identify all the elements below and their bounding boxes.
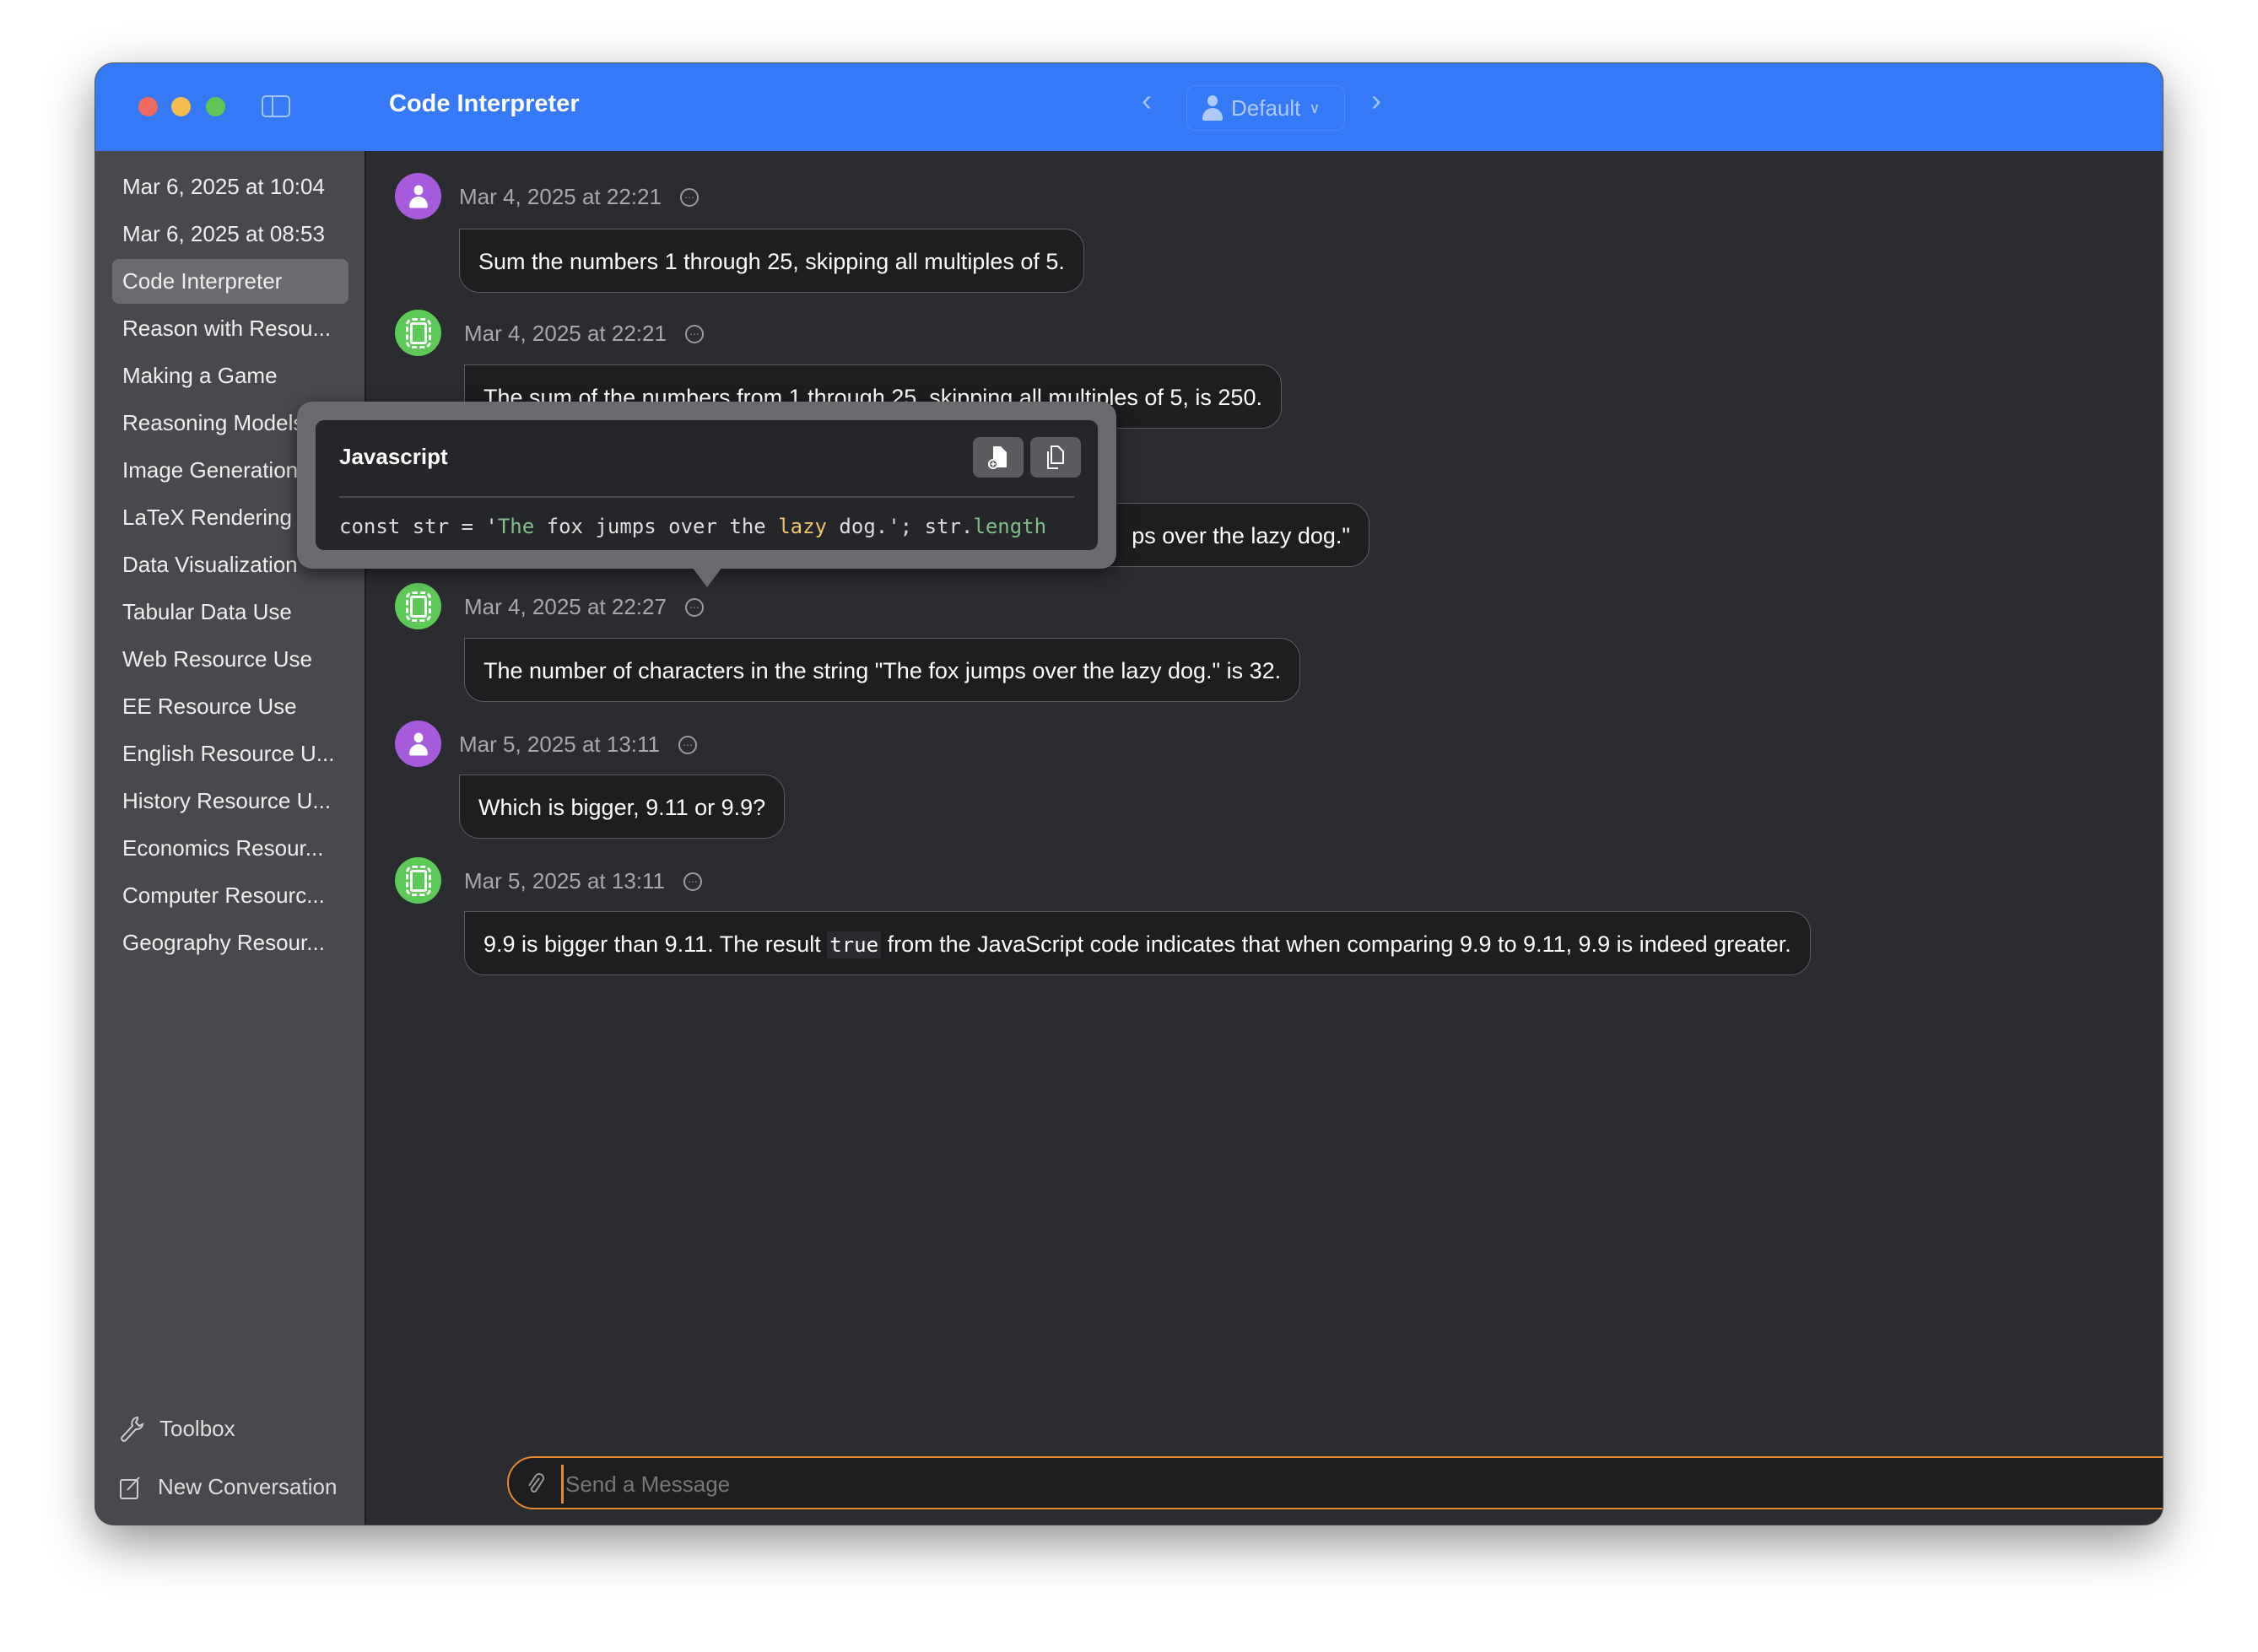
more-options-icon[interactable]: ⋯	[678, 735, 698, 754]
sidebar-item[interactable]: EE Resource Use	[112, 684, 348, 729]
person-icon	[408, 185, 428, 208]
assistant-avatar	[395, 583, 441, 629]
new-conversation-label: New Conversation	[158, 1474, 338, 1499]
message-timestamp: Mar 4, 2025 at 22:21 ⋯	[459, 184, 699, 210]
assistant-avatar	[395, 310, 441, 356]
sidebar-toggle-icon[interactable]	[262, 95, 290, 117]
sidebar-item[interactable]: Geography Resour...	[112, 920, 348, 965]
toolbox-button[interactable]: Toolbox	[119, 1415, 235, 1442]
assistant-avatar	[395, 857, 441, 904]
user-avatar	[395, 721, 441, 767]
paperclip-icon[interactable]	[526, 1471, 546, 1497]
message-timestamp: Mar 5, 2025 at 13:11 ⋯	[464, 868, 703, 894]
message-input[interactable]	[561, 1465, 2136, 1504]
code-token: const str = '	[339, 515, 498, 538]
new-conversation-button[interactable]: New Conversation	[119, 1474, 337, 1500]
profile-label: Default	[1231, 94, 1301, 121]
code-token: lazy	[778, 515, 827, 538]
chevron-right-icon[interactable]: ›	[1371, 85, 1381, 116]
message-timestamp: Mar 4, 2025 at 22:27 ⋯	[464, 594, 704, 620]
message-timestamp: Mar 4, 2025 at 22:21 ⋯	[464, 321, 704, 347]
code-divider	[339, 496, 1074, 498]
chat-area: Mar 4, 2025 at 22:21 ⋯ Sum the numbers 1 …	[366, 151, 2163, 1525]
person-icon	[408, 732, 428, 755]
sidebar-item[interactable]: Economics Resour...	[112, 826, 348, 871]
more-options-icon[interactable]: ⋯	[684, 597, 704, 617]
more-options-icon[interactable]: ⋯	[684, 324, 704, 343]
profile-selector[interactable]: Default ∨	[1186, 85, 1345, 131]
zoom-window-button[interactable]	[206, 97, 225, 116]
chip-icon	[405, 591, 431, 622]
user-message-bubble: Which is bigger, 9.11 or 9.9?	[459, 775, 786, 839]
close-window-button[interactable]	[138, 97, 158, 116]
popover-arrow	[692, 567, 722, 587]
message-timestamp: Mar 5, 2025 at 13:11 ⋯	[459, 732, 698, 758]
timestamp-text: Mar 4, 2025 at 22:21	[464, 321, 667, 346]
title-bar: Code Interpreter ‹ Default ∨ ›	[95, 63, 2163, 151]
code-text: const str = 'The fox jumps over the lazy…	[339, 515, 1046, 538]
code-token: length	[973, 515, 1047, 538]
timestamp-text: Mar 4, 2025 at 22:27	[464, 594, 667, 619]
assistant-message-bubble: The number of characters in the string "…	[464, 638, 1301, 702]
person-icon	[1202, 95, 1223, 121]
chip-icon	[405, 317, 431, 348]
chevron-down-icon: ∨	[1309, 99, 1321, 116]
message-composer	[507, 1456, 2163, 1509]
insert-code-button[interactable]	[973, 437, 1024, 478]
code-token: dog.'; str.	[826, 515, 974, 538]
sidebar-item[interactable]: Making a Game	[112, 354, 348, 398]
code-block: Javascript const str = 'The fox jumps ov…	[316, 420, 1098, 550]
sidebar-item[interactable]: Web Resource Use	[112, 637, 348, 682]
message-text: from the JavaScript code indicates that …	[887, 931, 1791, 957]
copy-code-button[interactable]	[1030, 437, 1081, 478]
message-text: 9.9 is bigger than 9.11. The result	[483, 931, 821, 957]
code-language-label: Javascript	[339, 444, 448, 469]
timestamp-text: Mar 4, 2025 at 22:21	[459, 184, 662, 209]
sidebar-item[interactable]: Reason with Resou...	[112, 306, 348, 351]
compose-icon	[120, 1476, 140, 1499]
sidebar-item[interactable]: Mar 6, 2025 at 08:53	[112, 212, 348, 256]
more-options-icon[interactable]: ⋯	[683, 872, 703, 891]
window-title: Code Interpreter	[389, 90, 580, 117]
inline-code: true	[827, 931, 882, 958]
code-token: The	[497, 515, 535, 538]
timestamp-text: Mar 5, 2025 at 13:11	[459, 732, 661, 757]
user-avatar	[395, 173, 441, 219]
minimize-window-button[interactable]	[171, 97, 191, 116]
app-window: Code Interpreter ‹ Default ∨ › Mar 6, 20…	[95, 63, 2163, 1525]
wrench-icon	[121, 1416, 144, 1442]
sidebar-item[interactable]: English Resource U...	[112, 732, 348, 776]
copy-icon	[1047, 445, 1064, 469]
document-add-icon	[988, 446, 1007, 469]
sidebar: Mar 6, 2025 at 10:04 Mar 6, 2025 at 08:5…	[95, 151, 366, 1525]
toolbox-label: Toolbox	[159, 1415, 235, 1441]
code-popover: Javascript const str = 'The fox jumps ov…	[297, 402, 1116, 587]
code-token: fox jumps over the	[534, 515, 779, 538]
assistant-message-bubble: 9.9 is bigger than 9.11. The result true…	[464, 911, 1811, 975]
sidebar-item[interactable]: History Resource U...	[112, 779, 348, 823]
sidebar-item-selected[interactable]: Code Interpreter	[112, 259, 348, 304]
user-message-bubble: Sum the numbers 1 through 25, skipping a…	[459, 229, 1084, 293]
timestamp-text: Mar 5, 2025 at 13:11	[464, 868, 666, 893]
more-options-icon[interactable]: ⋯	[679, 187, 699, 207]
sidebar-item[interactable]: Mar 6, 2025 at 10:04	[112, 165, 348, 209]
sidebar-item[interactable]: Tabular Data Use	[112, 590, 348, 634]
chevron-left-icon[interactable]: ‹	[1142, 85, 1152, 116]
chip-icon	[405, 865, 431, 896]
sidebar-item[interactable]: Computer Resourc...	[112, 873, 348, 918]
